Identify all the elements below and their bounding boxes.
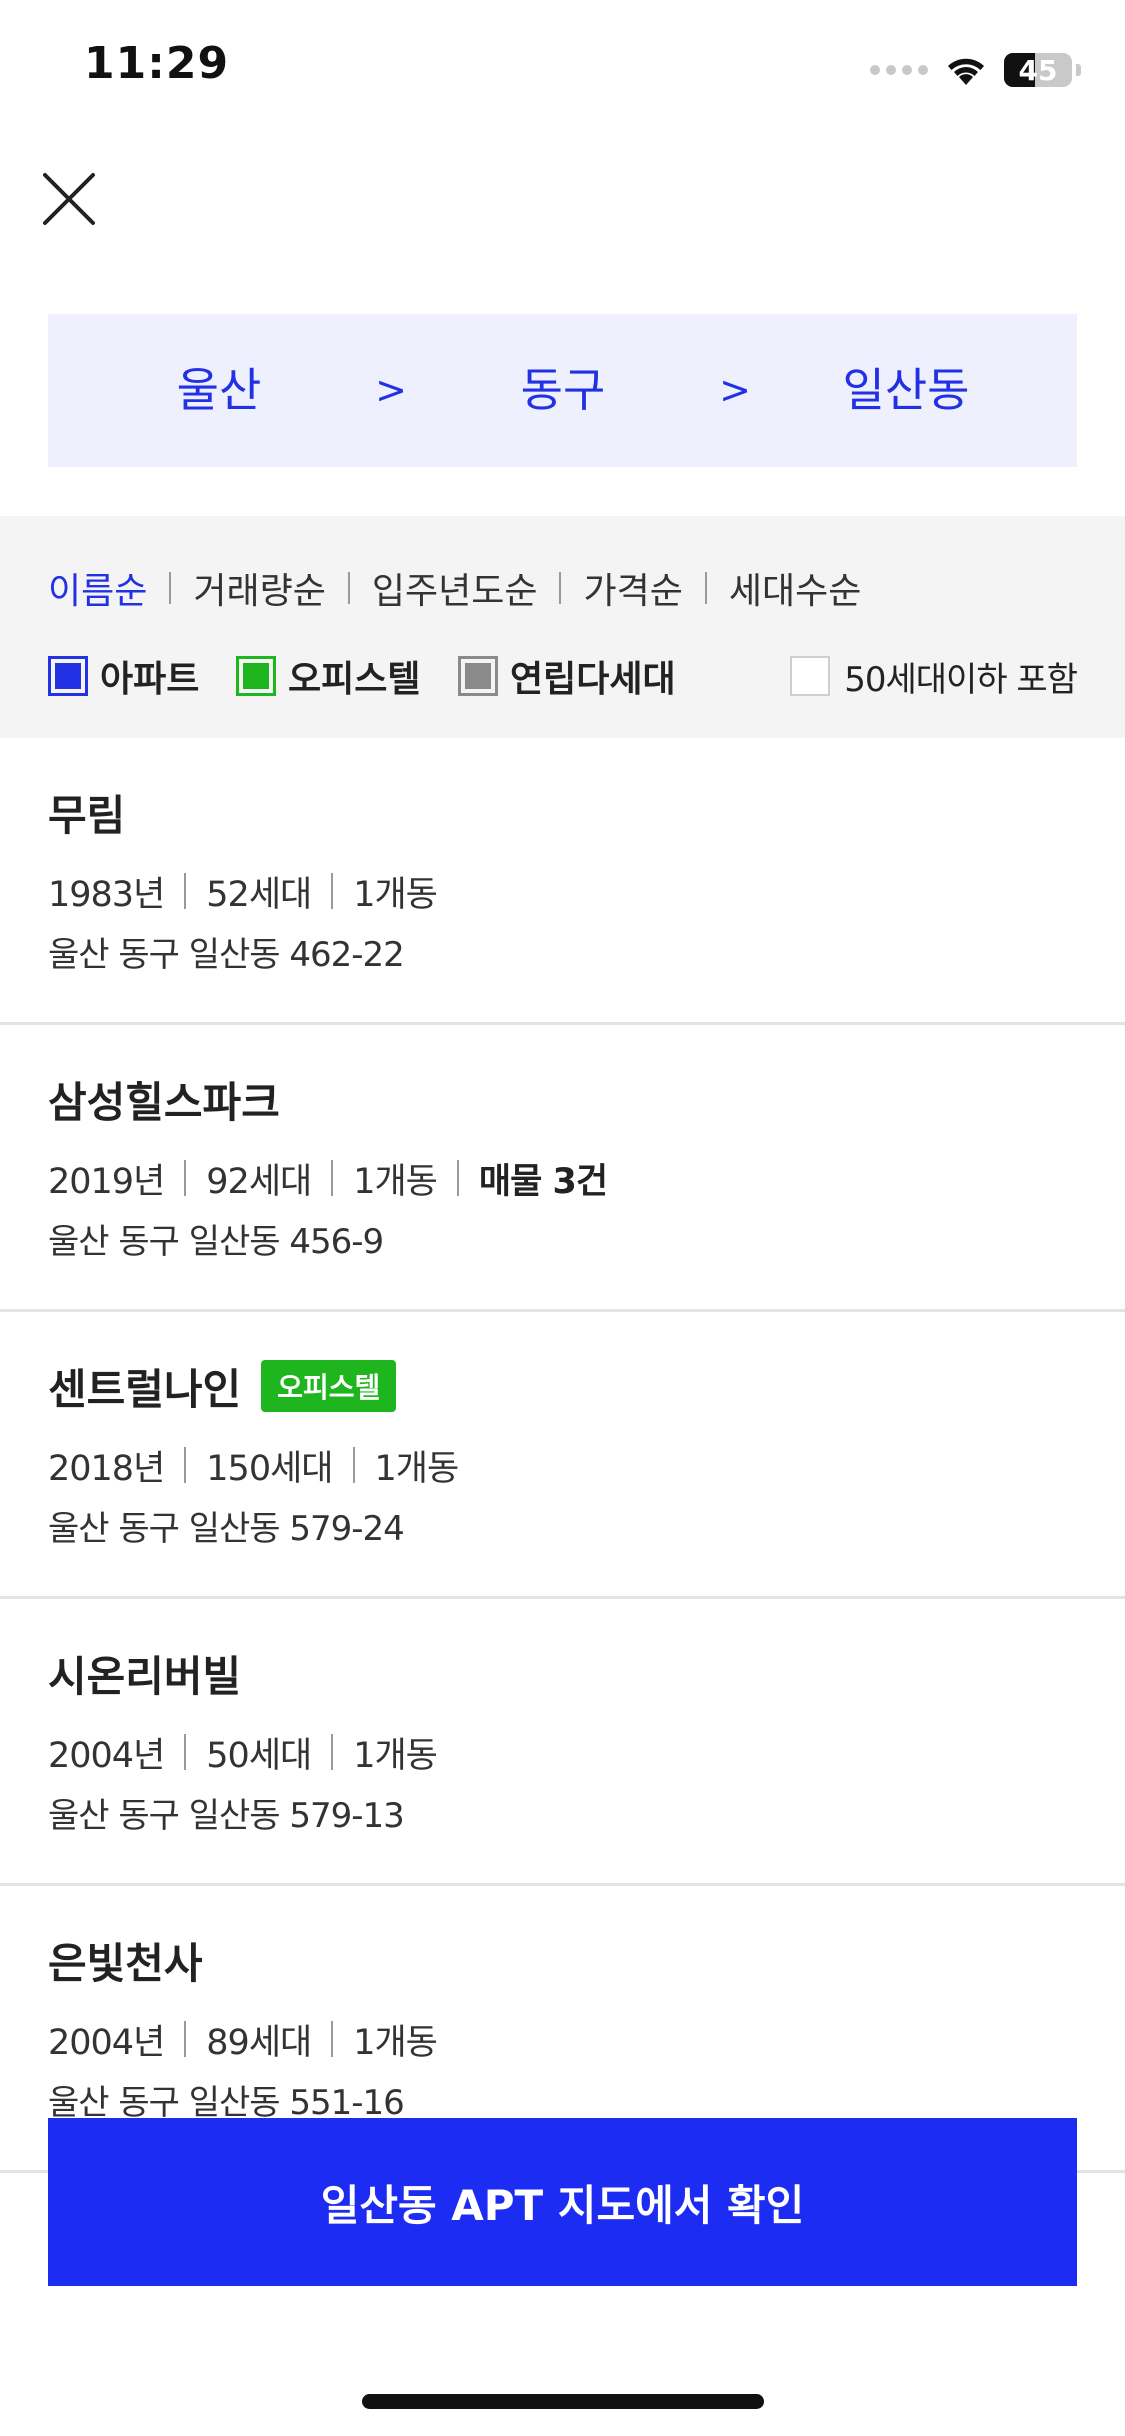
meta-divider [184, 1160, 187, 1196]
complex-name: 무림 [48, 790, 126, 840]
filter-apartment-label: 아파트 [100, 659, 200, 700]
status-time: 11:29 [84, 38, 230, 89]
sort-divider [559, 572, 562, 604]
meta-divider [184, 2021, 187, 2057]
build-year: 2004년 [48, 2022, 165, 2063]
meta-divider [331, 1734, 334, 1770]
breadcrumb-item-neighborhood[interactable]: 일산동 [843, 314, 970, 467]
complex-address: 울산 동구 일산동 579-24 [48, 1509, 405, 1549]
complex-list: 무림 1983년 52세대 1개동 울산 동구 일산동 462-22 삼성힐스파… [0, 738, 1125, 2173]
meta-divider [184, 1447, 187, 1483]
complex-meta: 1983년 52세대 1개동 [48, 866, 438, 916]
sort-divider [704, 572, 707, 604]
household-count: 150세대 [206, 1448, 333, 1489]
meta-divider [331, 2021, 334, 2057]
sort-by-move-in-year[interactable]: 입주년도순 [372, 562, 538, 614]
checkbox-icon [48, 656, 88, 696]
filter-officetel-checkbox[interactable]: 오피스텔 [236, 646, 420, 706]
sort-by-name[interactable]: 이름순 [48, 562, 147, 614]
sort-options: 이름순 거래량순 입주년도순 가격순 세대수순 [48, 558, 861, 618]
sort-divider [169, 572, 172, 604]
item-name-row: 시온리버빌 [48, 1643, 241, 1703]
checkbox-icon [790, 656, 831, 696]
include-small-complex-label: 50세대이하 포함 [844, 659, 1078, 700]
sort-by-volume[interactable]: 거래량순 [193, 562, 325, 614]
complex-meta: 2018년 150세대 1개동 [48, 1440, 460, 1490]
filter-apartment-checkbox[interactable]: 아파트 [48, 646, 199, 706]
sort-by-households[interactable]: 세대수순 [729, 562, 861, 614]
property-type-filters: 아파트 오피스텔 연립다세대 50세대이하 포함 [48, 646, 1078, 706]
household-count: 89세대 [206, 2022, 312, 2063]
item-name-row: 센트럴나인 오피스텔 [48, 1356, 397, 1416]
building-count: 1개동 [353, 1735, 438, 1776]
meta-divider [352, 1447, 355, 1483]
complex-meta: 2004년 50세대 1개동 [48, 1727, 438, 1777]
view-on-map-button[interactable]: 일산동 APT 지도에서 확인 [48, 2118, 1077, 2286]
complex-name: 시온리버빌 [48, 1651, 242, 1701]
breadcrumb-item-district[interactable]: 동구 [521, 314, 606, 467]
item-name-row: 무림 [48, 782, 125, 842]
list-item[interactable]: 삼성힐스파크 2019년 92세대 1개동 매물 3건 울산 동구 일산동 45… [0, 1025, 1125, 1312]
complex-address: 울산 동구 일산동 456-9 [48, 1222, 384, 1262]
building-count: 1개동 [353, 874, 438, 915]
building-count: 1개동 [374, 1448, 460, 1489]
household-count: 52세대 [206, 874, 312, 915]
item-name-row: 삼성힐스파크 [48, 1069, 280, 1129]
list-item[interactable]: 센트럴나인 오피스텔 2018년 150세대 1개동 울산 동구 일산동 579… [0, 1312, 1125, 1599]
build-year: 2019년 [48, 1161, 165, 1202]
breadcrumb-separator: > [375, 368, 407, 412]
meta-divider [184, 1734, 187, 1770]
checkbox-icon [458, 656, 498, 696]
meta-divider [456, 1160, 459, 1196]
battery-level: 45 [1018, 53, 1058, 87]
status-bar: 11:29 45 [0, 0, 1125, 140]
build-year: 1983년 [48, 874, 165, 915]
complex-name: 센트럴나인 [48, 1364, 242, 1414]
meta-divider [184, 873, 187, 909]
building-count: 1개동 [353, 2022, 438, 2063]
sort-by-price[interactable]: 가격순 [583, 562, 682, 614]
wifi-icon [948, 58, 984, 85]
battery-icon: 45 [1004, 53, 1072, 87]
sort-divider [347, 572, 350, 604]
breadcrumb-item-city[interactable]: 울산 [177, 314, 262, 467]
complex-address: 울산 동구 일산동 579-13 [48, 1796, 405, 1836]
list-item[interactable]: 무림 1983년 52세대 1개동 울산 동구 일산동 462-22 [0, 738, 1125, 1025]
filter-rowhouse-label: 연립다세대 [510, 659, 676, 700]
include-small-complex-checkbox[interactable]: 50세대이하 포함 [790, 646, 1078, 706]
checkbox-icon [236, 656, 276, 696]
meta-divider [331, 1160, 334, 1196]
complex-name: 삼성힐스파크 [48, 1077, 280, 1127]
close-button[interactable] [36, 166, 102, 232]
home-indicator [362, 2394, 764, 2409]
battery-cap [1076, 64, 1081, 76]
building-count: 1개동 [353, 1161, 438, 1202]
status-icons: 45 [870, 48, 1081, 92]
build-year: 2018년 [48, 1448, 165, 1489]
cellular-signal-icon [870, 65, 928, 75]
close-icon [43, 173, 95, 225]
complex-address: 울산 동구 일산동 462-22 [48, 935, 405, 975]
build-year: 2004년 [48, 1735, 165, 1776]
meta-divider [331, 873, 334, 909]
complex-meta: 2019년 92세대 1개동 매물 3건 [48, 1153, 608, 1203]
item-name-row: 은빛천사 [48, 1930, 203, 1990]
breadcrumb: 울산 > 동구 > 일산동 [48, 314, 1077, 467]
filter-officetel-label: 오피스텔 [288, 659, 421, 700]
filter-panel: 이름순 거래량순 입주년도순 가격순 세대수순 아파트 오피스텔 연립다세대 5… [0, 516, 1125, 738]
listing-count: 매물 3건 [478, 1161, 608, 1202]
list-item[interactable]: 시온리버빌 2004년 50세대 1개동 울산 동구 일산동 579-13 [0, 1599, 1125, 1886]
complex-meta: 2004년 89세대 1개동 [48, 2014, 438, 2064]
breadcrumb-separator: > [719, 368, 751, 412]
filter-rowhouse-checkbox[interactable]: 연립다세대 [458, 646, 676, 706]
officetel-badge: 오피스텔 [261, 1360, 397, 1412]
complex-name: 은빛천사 [48, 1938, 203, 1988]
household-count: 50세대 [206, 1735, 312, 1776]
household-count: 92세대 [206, 1161, 312, 1202]
